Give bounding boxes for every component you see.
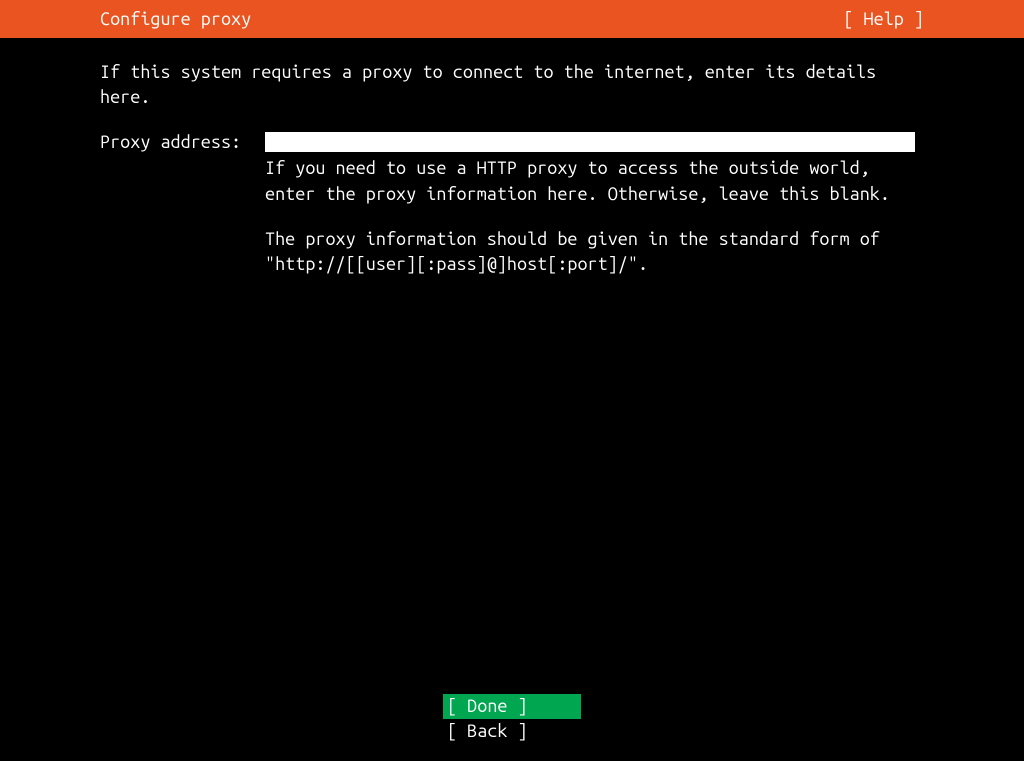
header-bar: Configure proxy [ Help ] — [0, 0, 1024, 38]
footer-buttons: [ Done ] [ Back ] — [0, 694, 1024, 743]
proxy-address-input[interactable] — [265, 132, 915, 152]
proxy-label: Proxy address: — [100, 132, 265, 152]
proxy-form-row: Proxy address: If you need to use a HTTP… — [100, 132, 924, 277]
back-button[interactable]: [ Back ] — [443, 719, 581, 743]
help-button[interactable]: [ Help ] — [843, 9, 924, 29]
page-title: Configure proxy — [100, 9, 251, 29]
content-area: If this system requires a proxy to conne… — [0, 38, 1024, 277]
done-button[interactable]: [ Done ] — [443, 694, 581, 718]
proxy-hint-1: If you need to use a HTTP proxy to acces… — [265, 156, 915, 206]
proxy-field-column: If you need to use a HTTP proxy to acces… — [265, 132, 924, 277]
proxy-hint-2: The proxy information should be given in… — [265, 227, 915, 277]
description-text: If this system requires a proxy to conne… — [100, 60, 924, 110]
